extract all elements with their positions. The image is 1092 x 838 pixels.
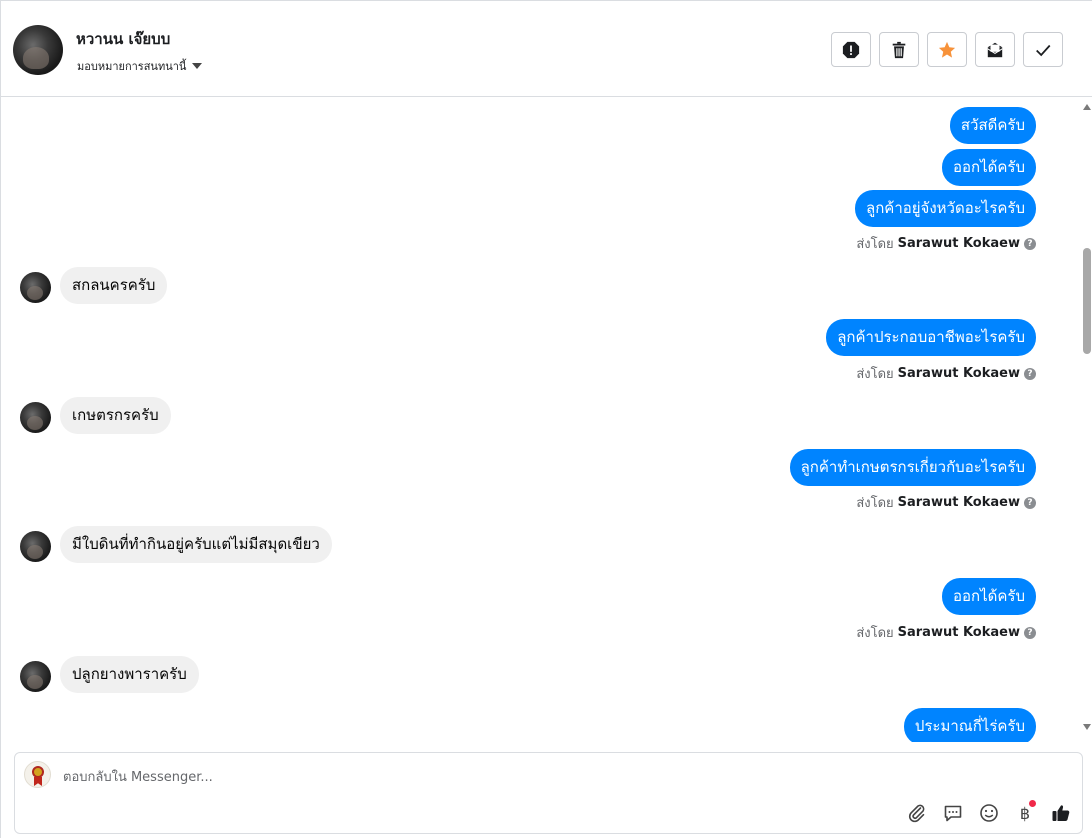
paperclip-icon <box>908 804 925 823</box>
envelope-icon <box>987 42 1003 57</box>
sent-by-prefix: ส่งโดย <box>856 237 894 252</box>
question-icon[interactable]: ? <box>1024 237 1036 250</box>
sent-by-prefix: ส่งโดย <box>856 496 894 511</box>
conversation-header: หวานน เจ๊ยบบ มอบหมายการสนทนานี้ <box>1 1 1092 97</box>
star-icon <box>938 41 956 58</box>
reply-composer: ฿ <box>14 752 1083 834</box>
outgoing-message[interactable]: ลูกค้าทำเกษตรกรเกี่ยวกับอะไรครับ <box>789 449 1036 486</box>
sent-by-prefix: ส่งโดย <box>856 367 894 382</box>
inbox-conversation-panel: หวานน เจ๊ยบบ มอบหมายการสนทนานี้ สวัสดีคร… <box>0 0 1092 838</box>
outgoing-message[interactable]: ออกได้ครับ <box>942 149 1036 186</box>
trash-icon <box>892 41 906 58</box>
reply-input[interactable] <box>63 767 663 787</box>
thread-scrollbar[interactable] <box>1079 98 1092 742</box>
contact-avatar[interactable] <box>13 25 63 75</box>
incoming-message[interactable]: ปลูกยางพาราครับ <box>60 656 199 693</box>
like-icon <box>1052 805 1070 821</box>
check-icon <box>1036 44 1051 56</box>
outgoing-message[interactable]: ลูกค้าอยู่จังหวัดอะไรครับ <box>855 190 1036 227</box>
outgoing-message[interactable]: ออกได้ครับ <box>942 578 1036 615</box>
attach-button[interactable] <box>906 802 928 824</box>
caret-down-icon <box>192 63 203 69</box>
incoming-message[interactable]: เกษตรกรครับ <box>60 397 171 434</box>
scroll-down-arrow-icon[interactable] <box>1083 724 1091 730</box>
sent-by-name: Sarawut Kokaew <box>897 495 1020 510</box>
sent-by-name: Sarawut Kokaew <box>897 625 1020 640</box>
question-icon[interactable]: ? <box>1024 626 1036 639</box>
sent-by-label: ส่งโดย Sarawut Kokaew ? <box>856 363 1036 384</box>
question-icon[interactable]: ? <box>1024 367 1036 380</box>
sent-by-label: ส่งโดย Sarawut Kokaew ? <box>856 622 1036 643</box>
page-avatar <box>24 761 51 788</box>
composer-tools: ฿ <box>906 800 1072 824</box>
mark-done-button[interactable] <box>1023 32 1063 67</box>
conversation-actions <box>831 32 1063 67</box>
sent-by-label: ส่งโดย Sarawut Kokaew ? <box>856 492 1036 513</box>
mark-unread-button[interactable] <box>975 32 1015 67</box>
scrollbar-thumb[interactable] <box>1083 248 1091 354</box>
message-thread[interactable]: สวัสดีครับ ออกได้ครับ ลูกค้าอยู่จังหวัดอ… <box>1 98 1079 742</box>
incoming-message[interactable]: สกลนครครับ <box>60 267 168 304</box>
payment-button[interactable]: ฿ <box>1014 800 1036 824</box>
contact-name[interactable]: หวานน เจ๊ยบบ <box>76 27 170 51</box>
contact-avatar-small[interactable] <box>20 531 51 562</box>
exclamation-circle-icon <box>842 41 860 58</box>
emoji-icon <box>980 804 998 822</box>
scroll-up-arrow-icon[interactable] <box>1083 104 1091 110</box>
report-button[interactable] <box>831 32 871 67</box>
emoji-button[interactable] <box>978 802 1000 824</box>
notification-dot <box>1029 800 1036 807</box>
outgoing-message[interactable]: ประมาณกี่ไร่ครับ <box>903 708 1036 742</box>
incoming-message[interactable]: มีใบดินที่ทำกินอยู่ครับแต่ไม่มีสมุดเขียว <box>60 526 332 563</box>
sent-by-label: ส่งโดย Sarawut Kokaew ? <box>856 233 1036 254</box>
delete-button[interactable] <box>879 32 919 67</box>
assign-label: มอบหมายการสนทนานี้ <box>77 60 187 73</box>
sent-by-name: Sarawut Kokaew <box>897 366 1020 381</box>
sent-by-prefix: ส่งโดย <box>856 626 894 641</box>
baht-icon: ฿ <box>1019 803 1031 823</box>
sent-by-name: Sarawut Kokaew <box>897 236 1020 251</box>
outgoing-message[interactable]: ลูกค้าประกอบอาชีพอะไรครับ <box>826 319 1036 356</box>
star-button[interactable] <box>927 32 967 67</box>
question-icon[interactable]: ? <box>1024 496 1036 509</box>
outgoing-message[interactable]: สวัสดีครับ <box>949 107 1036 144</box>
contact-avatar-small[interactable] <box>20 402 51 433</box>
contact-avatar-small[interactable] <box>20 272 51 303</box>
saved-replies-button[interactable] <box>942 802 964 824</box>
like-button[interactable] <box>1050 802 1072 824</box>
contact-avatar-small[interactable] <box>20 661 51 692</box>
assign-conversation-dropdown[interactable]: มอบหมายการสนทนานี้ <box>77 57 203 75</box>
chat-bubble-icon <box>944 805 962 822</box>
